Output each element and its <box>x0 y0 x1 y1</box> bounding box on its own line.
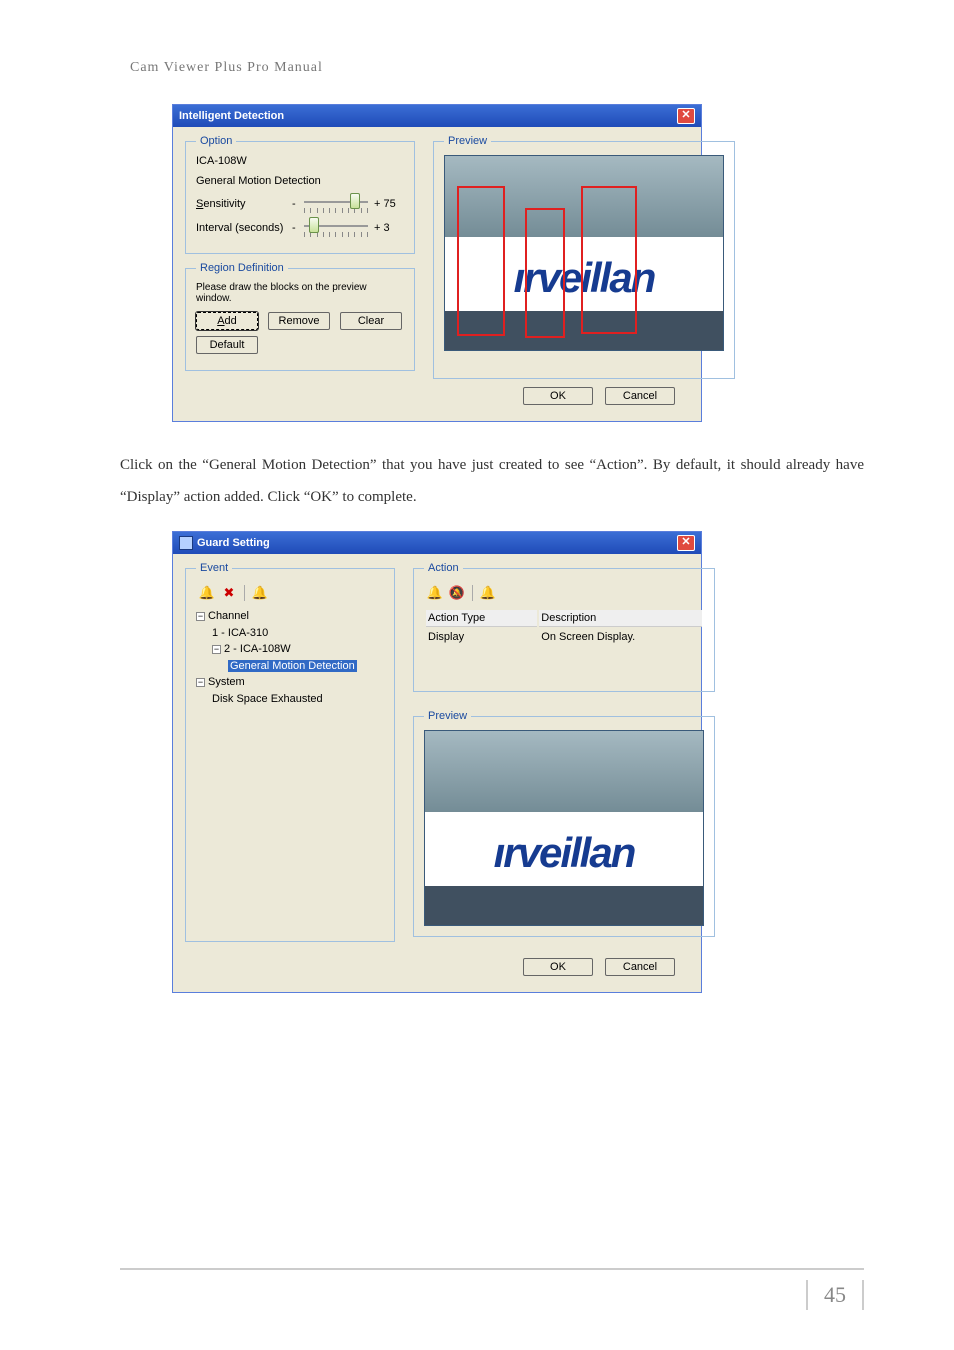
event-tree[interactable]: −Channel 1 - ICA-310 −2 - ICA-108W Gener… <box>196 608 384 707</box>
ok-button[interactable]: OK <box>523 958 593 976</box>
tree-item-disk[interactable]: Disk Space Exhausted <box>196 691 384 708</box>
action-group: Action 🔔 🔕 🔔 Action Type Description <box>413 562 715 692</box>
app-icon <box>179 536 193 550</box>
col-description[interactable]: Description <box>539 610 702 627</box>
titlebar: Intelligent Detection ✕ <box>173 105 701 127</box>
add-action-icon[interactable]: 🔔 <box>426 584 444 602</box>
interval-slider[interactable] <box>304 219 368 237</box>
footer-divider <box>120 1268 864 1270</box>
sensitivity-value: + 75 <box>374 198 404 210</box>
titlebar: Guard Setting ✕ <box>173 532 701 554</box>
action-legend: Action <box>424 562 463 574</box>
close-icon[interactable]: ✕ <box>677 108 695 124</box>
add-button[interactable]: Add <box>196 312 258 330</box>
ok-button[interactable]: OK <box>523 387 593 405</box>
region-hint: Please draw the blocks on the preview wi… <box>196 282 404 304</box>
sensitivity-slider[interactable] <box>304 195 368 213</box>
option-group: Option ICA-108W General Motion Detection… <box>185 135 415 254</box>
dialog-title: Intelligent Detection <box>179 110 284 122</box>
default-button[interactable]: Default <box>196 336 258 354</box>
tree-collapse-icon[interactable]: − <box>196 678 205 687</box>
tree-item-gmd[interactable]: General Motion Detection <box>228 660 357 672</box>
event-toolbar: 🔔 ✖ 🔔 <box>196 582 384 608</box>
dialog-title: Guard Setting <box>197 537 270 549</box>
add-event-icon[interactable]: 🔔 <box>198 584 216 602</box>
action-toolbar: 🔔 🔕 🔔 <box>424 582 704 608</box>
event-group: Event 🔔 ✖ 🔔 −Channel 1 - ICA-310 −2 - IC… <box>185 562 395 942</box>
cancel-button[interactable]: Cancel <box>605 387 675 405</box>
option-legend: Option <box>196 135 236 147</box>
close-icon[interactable]: ✕ <box>677 535 695 551</box>
col-action-type[interactable]: Action Type <box>426 610 537 627</box>
tree-collapse-icon[interactable]: − <box>212 645 221 654</box>
guard-setting-dialog: Guard Setting ✕ Event 🔔 ✖ 🔔 <box>172 531 702 993</box>
detection-mode: General Motion Detection <box>196 175 404 187</box>
tree-item-system[interactable]: System <box>208 676 245 688</box>
region-group: Region Definition Please draw the blocks… <box>185 262 415 371</box>
tree-item-channel1[interactable]: 1 - ICA-310 <box>196 625 384 642</box>
action-table: Action Type Description Display On Scree… <box>424 608 704 647</box>
refresh-event-icon[interactable]: 🔔 <box>251 584 269 602</box>
page-number-box: 45 <box>806 1280 864 1310</box>
page-header: Cam Viewer Plus Pro Manual <box>130 60 864 76</box>
interval-label: Interval (seconds) <box>196 222 286 234</box>
preview-legend: Preview <box>424 710 471 722</box>
preview-group: Preview ırveillan <box>413 710 715 937</box>
table-row[interactable]: Display On Screen Display. <box>426 629 702 645</box>
banner-text: ırveillan <box>494 829 635 877</box>
banner-text: ırveillan <box>514 254 655 302</box>
device-name: ICA-108W <box>196 155 404 167</box>
tree-collapse-icon[interactable]: − <box>196 612 205 621</box>
sensitivity-label: Sensitivity <box>196 198 286 210</box>
page-number: 45 <box>806 1280 864 1310</box>
event-legend: Event <box>196 562 232 574</box>
cancel-button[interactable]: Cancel <box>605 958 675 976</box>
delete-event-icon[interactable]: ✖ <box>220 584 238 602</box>
preview-image[interactable]: ırveillan <box>444 155 724 351</box>
region-legend: Region Definition <box>196 262 288 274</box>
config-action-icon[interactable]: 🔔 <box>479 584 497 602</box>
intelligent-detection-dialog: Intelligent Detection ✕ Option ICA-108W … <box>172 104 702 422</box>
interval-value: + 3 <box>374 222 404 234</box>
preview-group: Preview ırveillan <box>433 135 735 379</box>
preview-legend: Preview <box>444 135 491 147</box>
preview-image: ırveillan <box>424 730 704 926</box>
clear-button[interactable]: Clear <box>340 312 402 330</box>
tree-item-channel2[interactable]: 2 - ICA-108W <box>224 643 291 655</box>
body-paragraph: Click on the “General Motion Detection” … <box>120 450 864 513</box>
remove-button[interactable]: Remove <box>268 312 330 330</box>
delete-action-icon[interactable]: 🔕 <box>448 584 466 602</box>
